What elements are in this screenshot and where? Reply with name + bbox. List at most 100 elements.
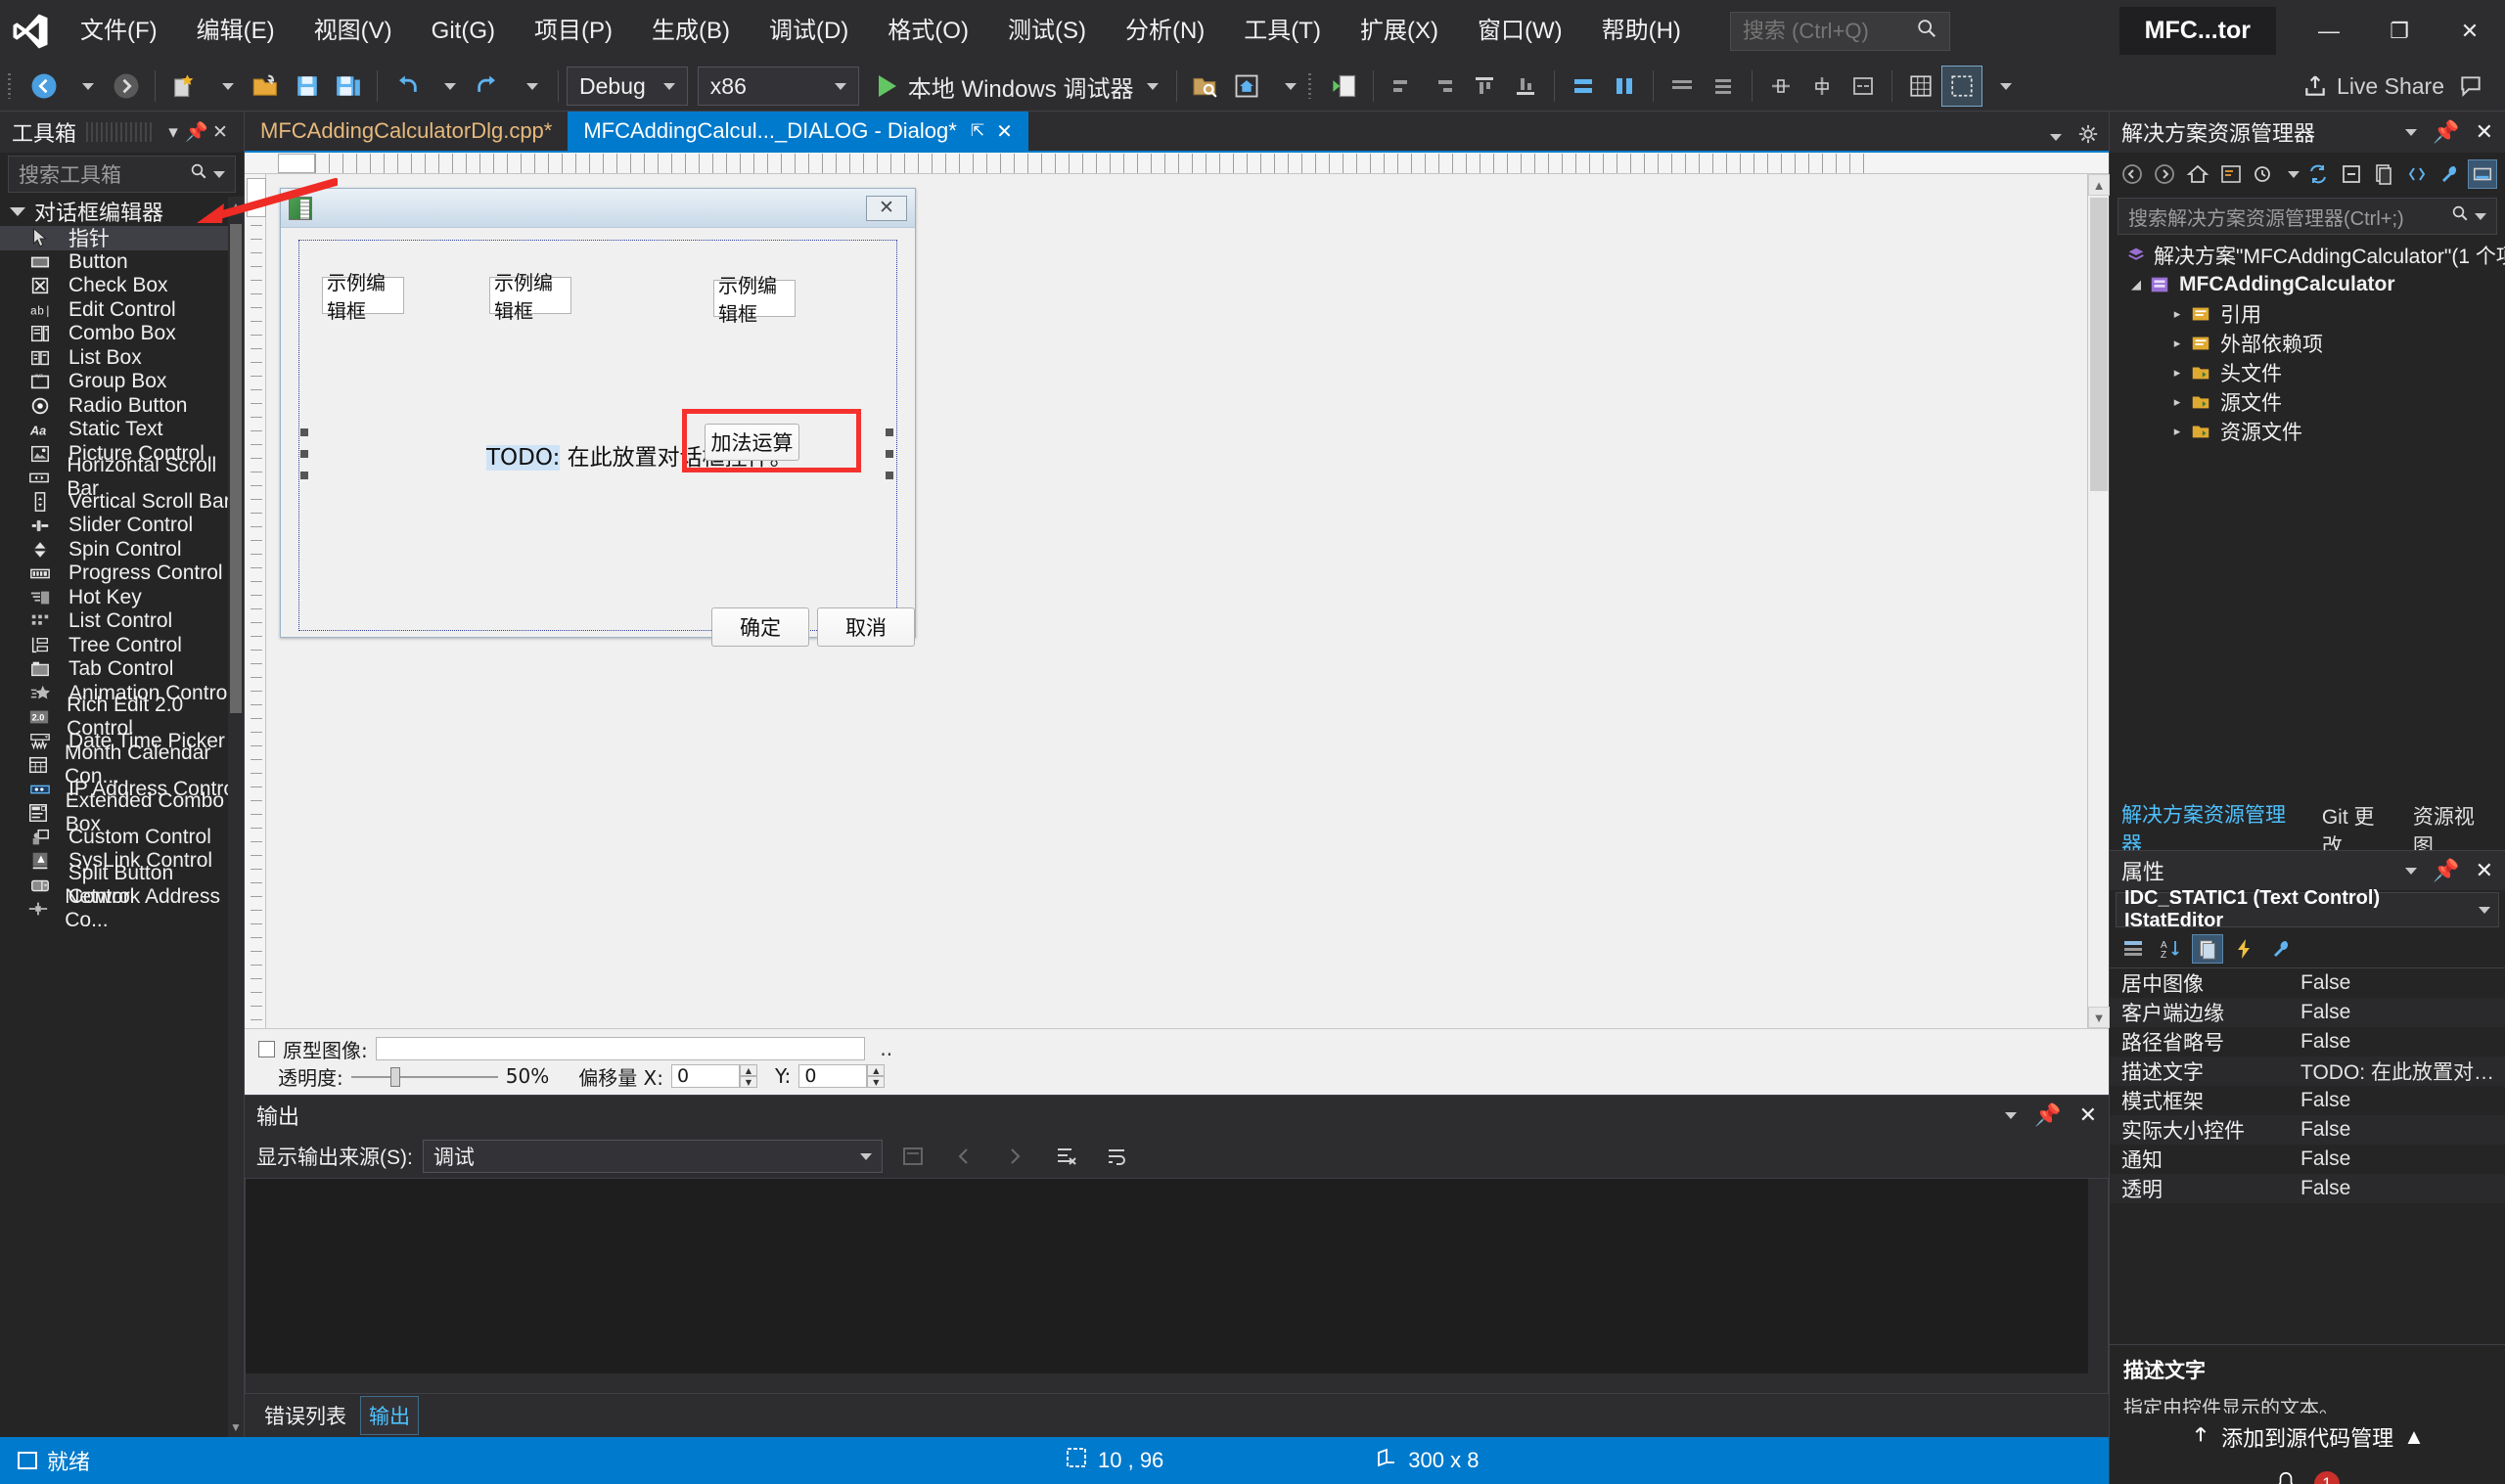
toggle-guides-icon[interactable] (1941, 66, 1983, 107)
menu-git[interactable]: Git(G) (412, 0, 515, 62)
selection-handle-left-mid[interactable] (300, 450, 308, 458)
new-file-dropdown-icon[interactable] (205, 66, 246, 107)
menu-view[interactable]: 视图(V) (295, 0, 412, 62)
dialog-close-button[interactable]: ✕ (866, 195, 907, 221)
property-value[interactable]: False (2300, 1147, 2505, 1171)
output-source-select[interactable]: 调试 (422, 1140, 883, 1173)
toolbox-group-dialog-editor[interactable]: 对话框编辑器 (0, 197, 244, 226)
edit-control-1[interactable]: 示例编辑框 (322, 271, 404, 323)
property-row[interactable]: 路径省略号 False (2110, 1027, 2505, 1057)
properties-alphabetical-icon[interactable]: AZ (2155, 934, 2186, 964)
property-value[interactable]: False (2300, 1089, 2505, 1112)
properties-categorized-icon[interactable] (2118, 934, 2149, 964)
menu-extensions[interactable]: 扩展(X) (1341, 0, 1458, 62)
menu-edit[interactable]: 编辑(E) (177, 0, 295, 62)
chevron-down-icon[interactable]: ◢ (2125, 277, 2147, 292)
toolbox-item-month-calendar-con[interactable]: Month Calendar Con... (0, 742, 244, 787)
toolbox-item-group-box[interactable]: xyz Group Box (0, 370, 244, 394)
selection-handle-right-bottom[interactable] (886, 472, 893, 479)
output-close-icon[interactable]: ✕ (2079, 1102, 2097, 1128)
tab-output[interactable]: 输出 (360, 1396, 419, 1435)
edit-control-3[interactable]: 示例编辑框 (713, 274, 796, 326)
property-row[interactable]: 居中图像 False (2110, 968, 2505, 998)
property-row[interactable]: 模式框架 False (2110, 1086, 2505, 1115)
offset-y-value[interactable]: 0 (798, 1064, 868, 1088)
solution-preview-icon[interactable] (2468, 159, 2498, 189)
property-value[interactable]: False (2300, 1118, 2505, 1142)
property-value[interactable]: False (2300, 1177, 2505, 1200)
selection-handle-left-top[interactable] (300, 428, 308, 436)
solution-properties-icon[interactable] (2369, 159, 2398, 189)
tab-cpp-file[interactable]: MFCAddingCalculatorDlg.cpp* (245, 112, 568, 151)
solution-wrench-icon[interactable] (2436, 159, 2465, 189)
notifications[interactable]: 1 (2257, 1461, 2357, 1484)
edit-control-2[interactable]: 示例编辑框 (489, 271, 571, 323)
toolbox-item-custom-control[interactable]: Custom Control (0, 826, 244, 850)
toolbox-search-dropdown-icon[interactable] (213, 170, 225, 178)
chevron-right-icon[interactable]: ▸ (2166, 424, 2188, 439)
align-left-icon[interactable] (1382, 66, 1423, 107)
solution-pin-icon[interactable]: 📌 (2433, 119, 2459, 145)
menu-debug[interactable]: 调试(D) (750, 0, 868, 62)
toolbox-item-tree-control[interactable]: Tree Control (0, 634, 244, 658)
offset-x-spin-buttons[interactable]: ▲ ▼ (740, 1064, 757, 1088)
ok-button[interactable]: 确定 (711, 607, 809, 647)
offset-y-stepper[interactable]: 0 ▲ ▼ (798, 1064, 886, 1088)
start-debugging-button[interactable]: 本地 Windows 调试器 (869, 66, 1169, 107)
menu-window[interactable]: 窗口(W) (1458, 0, 1582, 62)
toolbox-search-input[interactable]: 搜索工具箱 (8, 156, 236, 193)
redo-icon[interactable] (468, 66, 509, 107)
solution-node-0[interactable]: ▸ 引用 (2110, 299, 2505, 329)
toolbox-item-[interactable]: 指针 (0, 226, 244, 250)
selection-handle-right-mid[interactable] (886, 450, 893, 458)
menu-tools[interactable]: 工具(T) (1224, 0, 1341, 62)
toolbox-dropdown-icon[interactable]: ▾ (161, 121, 185, 144)
guides-dropdown-icon[interactable] (1982, 66, 2024, 107)
selection-handle-left-bottom[interactable] (300, 472, 308, 479)
tab-dialog-designer[interactable]: MFCAddingCalcul..._DIALOG - Dialog* ⇱ ✕ (568, 112, 1028, 151)
output-wordwrap-icon[interactable] (1096, 1136, 1137, 1177)
chevron-right-icon[interactable]: ▸ (2166, 306, 2188, 322)
menu-analyze[interactable]: 分析(N) (1106, 0, 1224, 62)
prototype-path-input[interactable] (375, 1037, 865, 1060)
prototype-enable-checkbox[interactable] (258, 1040, 275, 1057)
toolbar-grip[interactable] (8, 71, 23, 101)
output-clear-icon[interactable] (1045, 1136, 1086, 1177)
solution-back-icon[interactable] (2118, 159, 2147, 189)
property-value[interactable]: False (2300, 1030, 2505, 1054)
solution-show-all-files-icon[interactable] (2402, 159, 2432, 189)
properties-pages-icon[interactable] (2192, 933, 2223, 964)
close-button[interactable]: ✕ (2435, 0, 2505, 62)
tab-pin-icon[interactable]: ⇱ (971, 121, 984, 141)
solution-collapse-all-icon[interactable] (2337, 159, 2366, 189)
output-prev-icon[interactable] (943, 1136, 984, 1177)
menu-file[interactable]: 文件(F) (61, 0, 177, 62)
editor-settings-gear-icon[interactable] (2077, 123, 2099, 151)
test-dialog-icon[interactable] (1843, 66, 1884, 107)
chevron-right-icon[interactable]: ▸ (2166, 394, 2188, 410)
design-surface[interactable]: ✕ 示例编辑框 示例编辑框 示例编辑框 TODO: 在此放置对话框控件。 加法运… (266, 174, 2087, 1028)
designer-vertical-scrollbar[interactable]: ▲ ▼ (2087, 174, 2110, 1028)
home-icon[interactable] (1226, 66, 1267, 107)
toolbox-pin-icon[interactable]: 📌 (185, 120, 208, 144)
solution-forward-icon[interactable] (2151, 159, 2180, 189)
spin-up-icon-2[interactable]: ▲ (867, 1064, 886, 1076)
save-all-icon[interactable] (328, 66, 369, 107)
toggle-grid-icon[interactable] (1900, 66, 1941, 107)
toolbox-item-button[interactable]: Button (0, 250, 244, 275)
live-share-button[interactable]: Live Share (2296, 66, 2450, 107)
menu-build[interactable]: 生成(B) (632, 0, 750, 62)
search-folder-icon[interactable] (1185, 66, 1226, 107)
project-node[interactable]: ◢ MFCAddingCalculator (2110, 270, 2505, 299)
run-document-icon[interactable] (1324, 66, 1365, 107)
navigate-back-icon[interactable] (23, 66, 65, 107)
toolbox-item-network-address-co[interactable]: Network Address Co... (0, 885, 244, 931)
toolbox-item-list-box[interactable]: List Box (0, 346, 244, 371)
toolbox-close-icon[interactable]: ✕ (208, 121, 232, 144)
spin-down-icon-2[interactable]: ▼ (867, 1076, 886, 1088)
properties-object-select[interactable]: IDC_STATIC1 (Text Control) IStatEditor (2116, 887, 2499, 931)
undo-dropdown-icon[interactable] (427, 66, 468, 107)
solution-search-input[interactable]: 搜索解决方案资源管理器(Ctrl+;) (2118, 198, 2497, 235)
minimize-button[interactable]: — (2294, 0, 2364, 62)
toolbox-item-radio-button[interactable]: Radio Button (0, 394, 244, 419)
